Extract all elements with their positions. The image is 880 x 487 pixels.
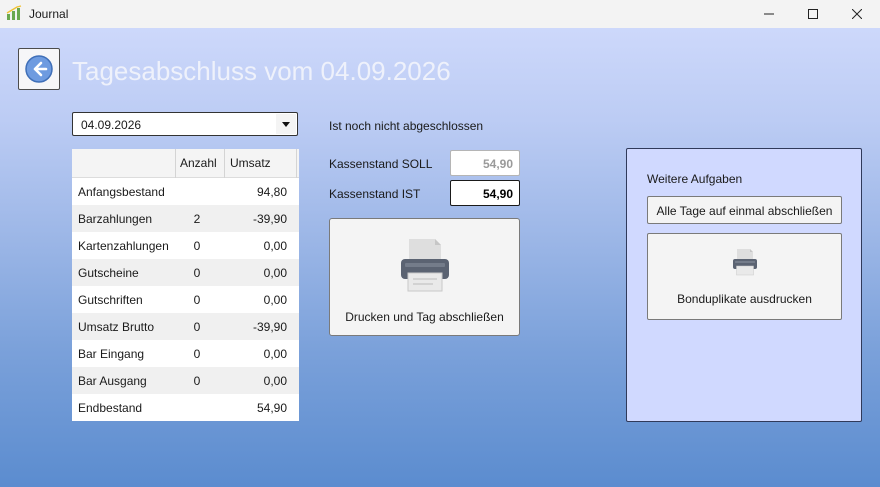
row-count: 0: [193, 239, 201, 253]
table-row[interactable]: Gutscheine 0 0,00: [72, 259, 299, 286]
column-separator: [175, 149, 176, 178]
title-bar: Journal: [0, 0, 880, 28]
row-amount: -39,90: [252, 212, 287, 226]
minimize-button[interactable]: [746, 0, 792, 28]
panel-title: Weitere Aufgaben: [647, 172, 743, 186]
minimize-icon: [764, 13, 774, 15]
row-amount: 94,80: [256, 185, 287, 199]
row-amount: 0,00: [263, 239, 287, 253]
print-close-button[interactable]: Drucken und Tag abschließen: [329, 218, 520, 336]
table-row[interactable]: Kartenzahlungen 0 0,00: [72, 232, 299, 259]
status-text: Ist noch nicht abgeschlossen: [329, 119, 484, 133]
summary-table: Anzahl Umsatz Anfangsbestand 94,80 Barza…: [72, 149, 299, 421]
row-label: Endbestand: [78, 401, 143, 415]
table-row[interactable]: Anfangsbestand 94,80: [72, 178, 299, 205]
back-button[interactable]: [18, 48, 60, 90]
row-label: Barzahlungen: [78, 212, 153, 226]
row-amount: 0,00: [263, 347, 287, 361]
column-separator: [296, 149, 297, 178]
close-all-days-button[interactable]: Alle Tage auf einmal abschließen: [647, 196, 842, 224]
header-umsatz[interactable]: Umsatz: [230, 156, 271, 170]
table-row[interactable]: Endbestand 54,90: [72, 394, 299, 421]
row-amount: 0,00: [263, 293, 287, 307]
arrow-left-icon: [25, 55, 53, 83]
printer-icon: [401, 239, 449, 292]
chevron-down-icon[interactable]: [276, 114, 296, 134]
page-title: Tagesabschluss vom 04.09.2026: [72, 56, 451, 86]
kassenstand-soll-label: Kassenstand SOLL: [329, 157, 433, 171]
row-label: Gutscheine: [78, 266, 139, 280]
further-tasks-panel: Weitere Aufgaben Alle Tage auf einmal ab…: [626, 148, 862, 422]
row-label: Bar Eingang: [78, 347, 145, 361]
print-duplicates-button[interactable]: Bonduplikate ausdrucken: [647, 233, 842, 320]
row-label: Gutschriften: [78, 293, 143, 307]
row-label: Anfangsbestand: [78, 185, 165, 199]
row-label: Umsatz Brutto: [78, 320, 155, 334]
kassenstand-ist-label: Kassenstand IST: [329, 187, 421, 201]
row-amount: 54,90: [256, 401, 287, 415]
row-count: 0: [193, 266, 201, 280]
table-header: Anzahl Umsatz: [72, 149, 299, 178]
row-amount: 0,00: [263, 266, 287, 280]
printer-icon: [733, 249, 757, 276]
maximize-icon: [808, 9, 818, 19]
print-close-label: Drucken und Tag abschließen: [345, 310, 504, 324]
row-count: 2: [193, 212, 201, 226]
maximize-button[interactable]: [790, 0, 836, 28]
table-row[interactable]: Gutschriften 0 0,00: [72, 286, 299, 313]
window-title: Journal: [29, 7, 69, 21]
row-label: Bar Ausgang: [78, 374, 147, 388]
table-row[interactable]: Barzahlungen 2 -39,90: [72, 205, 299, 232]
bar-chart-icon: [6, 5, 22, 20]
close-button[interactable]: [834, 0, 880, 28]
print-duplicates-label: Bonduplikate ausdrucken: [677, 292, 812, 306]
date-select[interactable]: 04.09.2026: [72, 112, 298, 136]
date-select-value: 04.09.2026: [81, 118, 142, 132]
table-row[interactable]: Bar Ausgang 0 0,00: [72, 367, 299, 394]
table-row[interactable]: Bar Eingang 0 0,00: [72, 340, 299, 367]
header-anzahl[interactable]: Anzahl: [180, 156, 217, 170]
row-count: 0: [193, 293, 201, 307]
row-amount: 0,00: [263, 374, 287, 388]
row-label: Kartenzahlungen: [78, 239, 169, 253]
kassenstand-ist-field[interactable]: 54,90: [450, 180, 520, 206]
kassenstand-soll-field: 54,90: [450, 150, 520, 176]
row-amount: -39,90: [252, 320, 287, 334]
table-row[interactable]: Umsatz Brutto 0 -39,90: [72, 313, 299, 340]
row-count: 0: [193, 347, 201, 361]
close-icon: [852, 9, 862, 19]
column-separator: [224, 149, 225, 178]
row-count: 0: [193, 320, 201, 334]
row-count: 0: [193, 374, 201, 388]
